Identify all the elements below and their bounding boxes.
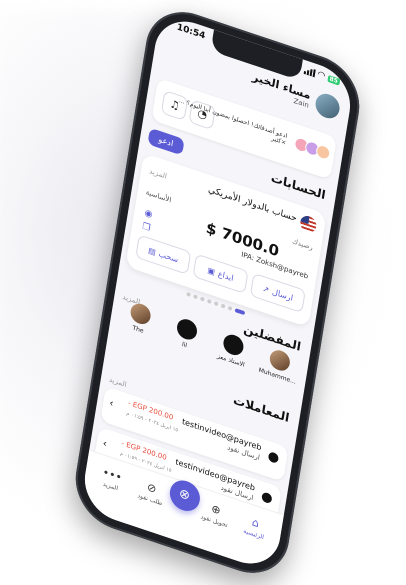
wifi-icon: ◠ [317, 69, 326, 82]
account-more-link[interactable]: المزيد [149, 167, 168, 181]
carousel-dot[interactable] [193, 294, 198, 300]
mini-avatar [315, 143, 332, 162]
phone-mockup: 10:54 ◠ 85 مساء الخير Zain ♫ ◔ ادعو أصدق… [0, 0, 406, 585]
nav-more[interactable]: ••• المزيد [88, 461, 135, 497]
send-icon: ↗ [261, 283, 270, 295]
invite-avatars [293, 135, 332, 162]
chevron-left-icon: ‹ [108, 397, 115, 410]
basic-label: الأساسية [145, 188, 172, 205]
battery-icon: 85 [327, 74, 341, 86]
chevron-left-icon: ‹ [101, 438, 108, 451]
usa-flag-icon [299, 213, 318, 235]
account-name: حساب بالدولار الأمريكي [207, 184, 298, 225]
transactions-more-link[interactable]: المزيد [108, 375, 127, 389]
favorite-item[interactable]: الاستاذ معز [206, 329, 254, 396]
status-time: 10:54 [176, 22, 206, 42]
send-label: ارسال [271, 286, 294, 303]
scan-icon: ⊗ [177, 486, 192, 505]
favorite-avatar [129, 300, 153, 327]
person-icon [267, 451, 280, 464]
withdraw-label: سحب [158, 248, 179, 264]
phone-frame: 10:54 ◠ 85 مساء الخير Zain ♫ ◔ ادعو أصدق… [69, 0, 366, 585]
account-actions: ↗ ارسال ▣ ايداع ▤ سحب [135, 234, 306, 314]
favorite-item[interactable]: The [114, 298, 162, 365]
nav-home[interactable]: ⌂ الرئيسية [231, 509, 278, 545]
transaction-party: testinvideo@payreb [181, 417, 263, 453]
invite-button[interactable]: ادعو [147, 127, 185, 156]
favorite-item[interactable]: lil [160, 313, 208, 380]
deposit-icon: ▣ [206, 265, 216, 277]
carousel-dot[interactable] [206, 298, 212, 304]
carousel-dot[interactable] [213, 301, 219, 307]
carousel-dot[interactable] [200, 296, 205, 302]
eye-icon[interactable]: ◉ [144, 208, 153, 220]
copy-icon[interactable]: ❐ [142, 222, 152, 234]
person-icon [261, 491, 273, 505]
carousel-dot[interactable] [186, 291, 191, 298]
signal-icon [303, 66, 316, 78]
carousel-dot[interactable] [227, 305, 233, 311]
user-avatar[interactable] [313, 90, 342, 122]
nav-request[interactable]: ⊘ طلب نقود [128, 475, 175, 511]
deposit-button[interactable]: ▣ ايداع [192, 253, 249, 295]
carousel-dot[interactable] [220, 303, 226, 309]
send-button[interactable]: ↗ ارسال [249, 272, 306, 314]
withdraw-icon: ▤ [147, 245, 157, 257]
app-screen: 10:54 ◠ 85 مساء الخير Zain ♫ ◔ ادعو أصدق… [79, 11, 356, 574]
favorite-avatar [268, 347, 292, 374]
deposit-label: ايداع [217, 268, 235, 283]
balance-label: رصيدك [291, 237, 314, 252]
person-icon [221, 332, 245, 358]
withdraw-button[interactable]: ▤ سحب [135, 234, 192, 275]
carousel-dot-active[interactable] [234, 308, 246, 316]
status-icons: ◠ 85 [303, 65, 341, 87]
person-icon [175, 316, 199, 343]
